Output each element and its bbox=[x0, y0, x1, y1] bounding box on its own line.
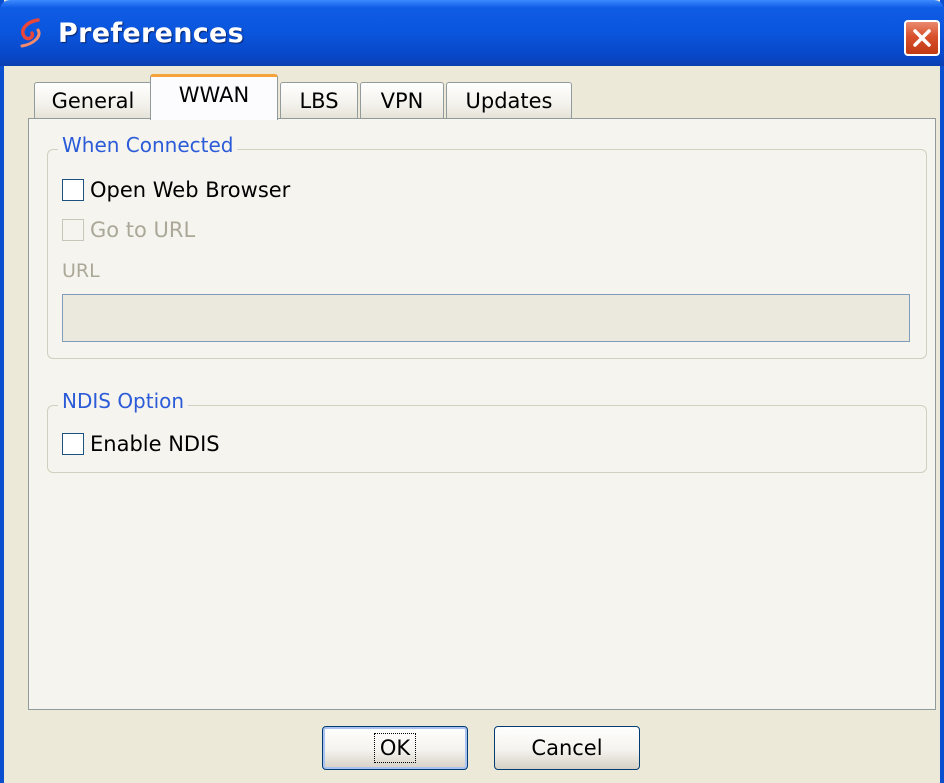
url-label: URL bbox=[62, 260, 100, 282]
go-to-url-option: Go to URL bbox=[62, 218, 195, 242]
tab-general[interactable]: General bbox=[34, 82, 152, 118]
ndis-option-group: NDIS Option Enable NDIS bbox=[47, 389, 927, 473]
tab-label: LBS bbox=[299, 88, 339, 113]
enable-ndis-option[interactable]: Enable NDIS bbox=[62, 432, 220, 456]
go-to-url-checkbox bbox=[62, 219, 84, 241]
open-web-browser-label: Open Web Browser bbox=[90, 178, 291, 202]
when-connected-legend: When Connected bbox=[58, 133, 238, 157]
enable-ndis-label: Enable NDIS bbox=[90, 432, 220, 456]
ok-button[interactable]: OK bbox=[322, 726, 468, 770]
when-connected-group: When Connected Open Web Browser Go to UR… bbox=[47, 133, 927, 359]
tab-lbs[interactable]: LBS bbox=[280, 82, 358, 118]
wwan-tab-panel: When Connected Open Web Browser Go to UR… bbox=[28, 118, 936, 710]
go-to-url-label: Go to URL bbox=[90, 218, 196, 242]
app-swirl-icon bbox=[14, 16, 48, 50]
tab-wwan[interactable]: WWAN bbox=[150, 74, 278, 120]
title-bar[interactable]: Preferences bbox=[0, 0, 944, 66]
tab-strip: General WWAN LBS VPN Updates bbox=[34, 74, 934, 120]
ok-button-label: OK bbox=[373, 733, 417, 763]
preferences-dialog: Preferences General WWAN LBS VPN Updates… bbox=[0, 0, 944, 783]
open-web-browser-option[interactable]: Open Web Browser bbox=[62, 178, 290, 202]
enable-ndis-checkbox[interactable] bbox=[62, 433, 84, 455]
close-icon bbox=[913, 29, 931, 47]
window-title: Preferences bbox=[58, 18, 245, 49]
tab-label: VPN bbox=[380, 88, 424, 113]
open-web-browser-checkbox[interactable] bbox=[62, 179, 84, 201]
cancel-button[interactable]: Cancel bbox=[494, 726, 640, 770]
tab-updates[interactable]: Updates bbox=[446, 82, 572, 118]
tab-label: Updates bbox=[465, 88, 553, 113]
tab-vpn[interactable]: VPN bbox=[360, 82, 444, 118]
tab-label: WWAN bbox=[178, 83, 250, 107]
cancel-button-label: Cancel bbox=[531, 736, 603, 760]
ndis-option-legend: NDIS Option bbox=[58, 389, 189, 413]
close-button[interactable] bbox=[904, 20, 940, 56]
tab-label: General bbox=[51, 88, 135, 113]
url-input[interactable] bbox=[62, 294, 910, 342]
